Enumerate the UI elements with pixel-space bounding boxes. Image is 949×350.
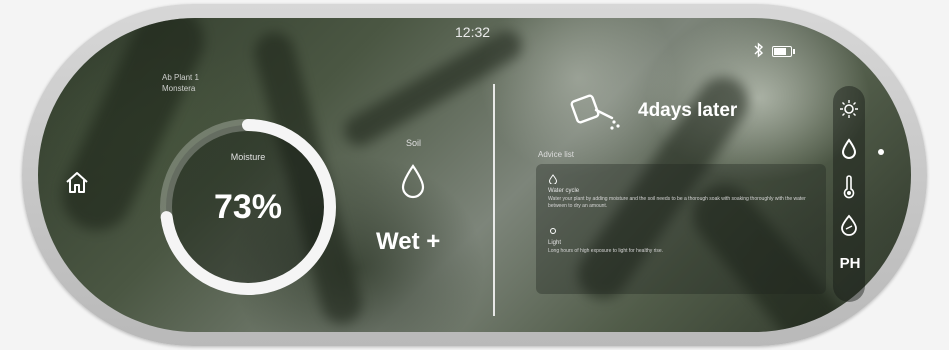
next-watering: 4days later [638, 100, 738, 121]
side-item-temperature[interactable] [838, 175, 860, 199]
plant-name: Ab Plant 1 Monstera [162, 72, 199, 94]
advice-panel: Water cycle Water your plant by adding m… [536, 164, 826, 294]
advice-item-text: Water your plant by adding moisture and … [548, 196, 806, 209]
side-item-moisture[interactable] [838, 138, 860, 160]
advice-title: Advice list [538, 150, 575, 159]
side-item-light[interactable] [838, 98, 860, 120]
water-drop-icon [401, 164, 425, 199]
water-drop-icon [841, 138, 857, 159]
app-layer: 12:32 Ab Plant 1 Monstera Moisture 73% S… [38, 18, 911, 332]
nutrient-drop-icon [841, 214, 857, 236]
side-item-ph[interactable]: PH [835, 252, 865, 274]
section-divider [493, 84, 495, 316]
advice-item-name: Water cycle [548, 188, 580, 194]
sun-small-icon [550, 228, 556, 234]
battery-icon [772, 46, 795, 57]
home-icon[interactable] [64, 170, 90, 196]
soil-label: Soil [406, 138, 422, 148]
advice-item-text: Long hours of high exposure to light for… [548, 248, 664, 254]
drop-small-icon [548, 174, 558, 184]
status-time: 12:32 [455, 24, 491, 40]
ph-label: PH [839, 254, 861, 272]
sun-icon [840, 100, 858, 118]
side-item-nutrients[interactable] [838, 214, 860, 236]
bluetooth-icon [754, 42, 764, 58]
thermometer-icon [843, 175, 855, 199]
soil-value: Wet + [376, 228, 441, 255]
plant-name-line1: Ab Plant 1 [162, 73, 199, 82]
moisture-label: Moisture [230, 152, 266, 162]
active-indicator [878, 149, 884, 155]
plant-name-line2: Monstera [162, 84, 196, 93]
watering-can-icon [570, 94, 620, 130]
moisture-value: 73% [213, 188, 283, 226]
advice-item-name: Light [548, 240, 562, 246]
